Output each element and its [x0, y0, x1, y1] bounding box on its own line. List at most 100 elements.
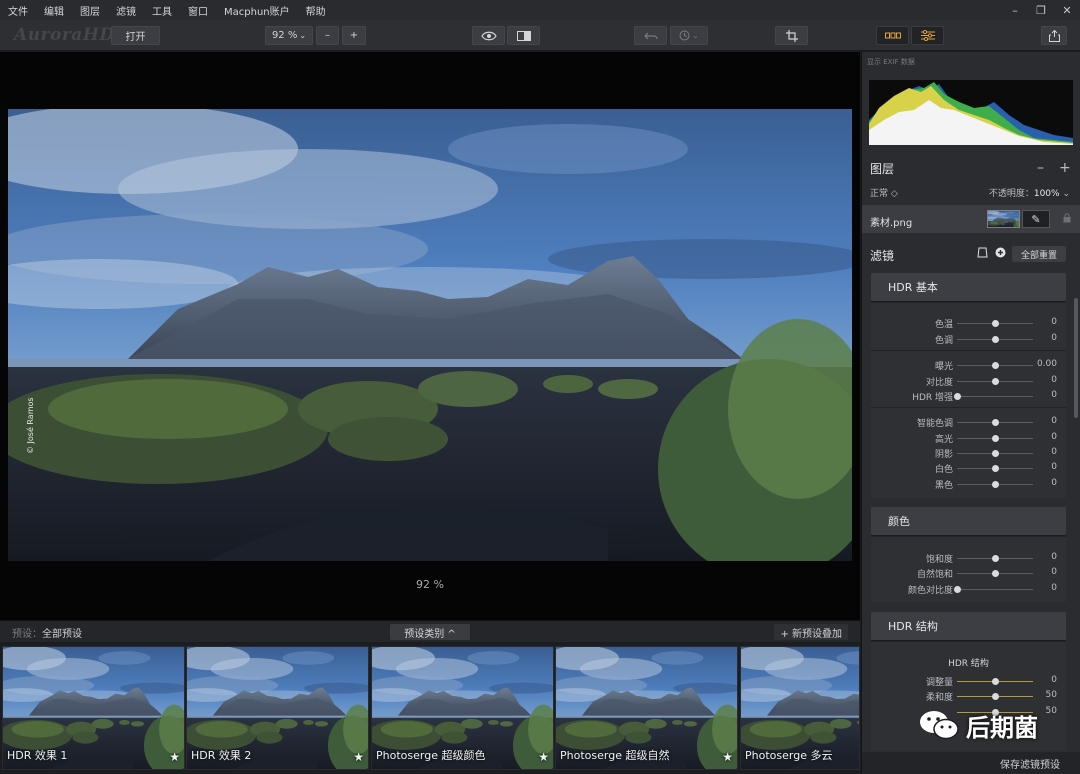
slider-label: 色调 [934, 336, 953, 346]
slider-knob[interactable] [991, 320, 999, 327]
slider-knob[interactable] [991, 570, 999, 577]
presets-panel-toggle[interactable] [876, 26, 909, 45]
preset-category-button[interactable]: 预设类别 ^ [390, 624, 470, 640]
mask-brush-button[interactable]: ✎ [1022, 210, 1050, 228]
slider-tint[interactable]: 色调 0 [871, 332, 1066, 347]
slider-whites[interactable]: 白色 0 [871, 461, 1066, 476]
history-button[interactable]: ⌄ [670, 26, 708, 45]
slider-saturation[interactable]: 饱和度 0 [871, 551, 1066, 566]
slider-value: 0.00 [1036, 359, 1057, 369]
filter-header-hdr-structure[interactable]: HDR 结构 [871, 612, 1066, 640]
menu-window[interactable]: 窗口 [180, 3, 216, 18]
slider-label: 白色 [934, 465, 953, 475]
panel-scrollbar[interactable] [1074, 298, 1078, 418]
slider-label: 阴影 [934, 450, 953, 460]
zoom-out-button[interactable]: – [316, 26, 339, 45]
preset-name: Photoserge 超级自然 [560, 749, 670, 762]
add-filter-icon[interactable] [995, 247, 1006, 261]
open-button[interactable]: 打开 [111, 26, 160, 45]
zoom-readout: 92 % [416, 578, 444, 591]
slider-amount[interactable]: 调整量 0 [871, 674, 1066, 689]
mask-icon[interactable] [977, 247, 988, 261]
slider-temperature[interactable]: 色温 0 [871, 316, 1066, 331]
lock-icon[interactable] [1063, 213, 1071, 226]
add-layer-button[interactable]: + [1059, 160, 1071, 176]
slider-knob[interactable] [953, 393, 961, 400]
menu-tools[interactable]: 工具 [144, 3, 180, 18]
image-canvas[interactable]: © José Ramos 92 % [0, 52, 860, 620]
slider-knob[interactable] [991, 450, 999, 457]
zoom-in-button[interactable]: + [342, 26, 366, 45]
menu-edit[interactable]: 编辑 [36, 3, 72, 18]
crop-icon [785, 29, 798, 42]
preset-thumb[interactable]: Photoserge 超级颜色 ★ [371, 646, 554, 770]
exif-toggle[interactable]: 显示 EXIF 数据 [867, 57, 915, 67]
slider-knob[interactable] [991, 378, 999, 385]
menu-file[interactable]: 文件 [0, 3, 36, 18]
sliders-icon [920, 30, 935, 41]
slider-knob[interactable] [991, 336, 999, 343]
star-icon[interactable]: ★ [538, 750, 549, 764]
slider-knob[interactable] [991, 419, 999, 426]
slider-knob[interactable] [991, 362, 999, 369]
star-icon[interactable]: ★ [353, 750, 364, 764]
slider-contrast[interactable]: 对比度 0 [871, 374, 1066, 389]
undo-button[interactable] [634, 26, 667, 45]
minimize-button[interactable]: – [1002, 0, 1028, 20]
slider-blacks[interactable]: 黑色 0 [871, 477, 1066, 492]
preset-thumb[interactable]: HDR 效果 1 ★ [2, 646, 185, 770]
zoom-select[interactable]: 92 % ⌄ [265, 26, 313, 45]
share-button[interactable] [1041, 26, 1067, 45]
chevron-down-icon: ⌄ [1059, 189, 1070, 199]
slider-highlights[interactable]: 高光 0 [871, 431, 1066, 446]
menu-help[interactable]: 帮助 [298, 3, 334, 18]
reset-all-button[interactable]: 全部重置 [1012, 246, 1066, 262]
preset-thumb[interactable]: HDR 效果 2 ★ [186, 646, 369, 770]
preset-thumb[interactable]: Photoserge 多云 [740, 646, 860, 770]
slider-knob[interactable] [991, 465, 999, 472]
adjustments-panel-toggle[interactable] [911, 26, 944, 45]
chevron-down-icon: ⌄ [692, 31, 699, 40]
layer-item[interactable]: 素材.png ✎ [862, 205, 1080, 233]
slider-smart-tone[interactable]: 智能色调 0 [871, 415, 1066, 430]
slider-knob[interactable] [991, 435, 999, 442]
slider-shadows[interactable]: 阴影 0 [871, 446, 1066, 461]
slider-knob[interactable] [991, 481, 999, 488]
preset-bar: 预设：全部预设 预设类别 ^ + 新预设叠加 [0, 620, 860, 642]
remove-layer-button[interactable]: – [1037, 160, 1044, 176]
preview-button[interactable] [472, 26, 505, 45]
slider-label: 黑色 [934, 481, 953, 491]
slider-track[interactable] [957, 396, 1033, 397]
edited-photo[interactable]: © José Ramos [8, 109, 852, 561]
slider-knob[interactable] [991, 555, 999, 562]
slider-track[interactable] [957, 589, 1033, 590]
filter-header-hdr-basic[interactable]: HDR 基本 [871, 273, 1066, 301]
filter-header-color[interactable]: 颜色 [871, 507, 1066, 535]
slider-knob[interactable] [953, 586, 961, 593]
slider-color-contrast[interactable]: 颜色对比度 0 [871, 582, 1066, 597]
layer-name: 素材.png [870, 218, 913, 229]
maximize-button[interactable]: ❐ [1028, 0, 1054, 20]
menu-filter[interactable]: 滤镜 [108, 3, 144, 18]
blend-mode-select[interactable]: 正常 ◇ [870, 186, 898, 199]
menu-layer[interactable]: 图层 [72, 3, 108, 18]
crop-button[interactable] [775, 26, 808, 45]
menu-account[interactable]: Macphun账户 [216, 3, 298, 18]
slider-label: 饱和度 [925, 555, 953, 565]
save-filter-preset-button[interactable]: 保存滤镜预设 [862, 752, 1080, 774]
add-preset-button[interactable]: + 新预设叠加 [774, 624, 848, 640]
menu-bar: 文件 编辑 图层 滤镜 工具 窗口 Macphun账户 帮助 – ❐ ✕ [0, 0, 1080, 20]
slider-vibrance[interactable]: 自然饱和 0 [871, 566, 1066, 581]
opacity-control[interactable]: 不透明度：100% ⌄ [989, 186, 1070, 199]
slider-exposure[interactable]: 曝光 0.00 [871, 358, 1066, 373]
slider-hdr-enhance[interactable]: HDR 增强 0 [871, 389, 1066, 404]
preset-filter-label[interactable]: 预设：全部预设 [12, 625, 82, 640]
slider-value: 0 [1051, 375, 1057, 385]
compare-button[interactable] [507, 26, 540, 45]
star-icon[interactable]: ★ [722, 750, 733, 764]
close-button[interactable]: ✕ [1054, 0, 1080, 20]
slider-knob[interactable] [991, 693, 999, 700]
preset-thumb[interactable]: Photoserge 超级自然 ★ [555, 646, 738, 770]
star-icon[interactable]: ★ [169, 750, 180, 764]
slider-knob[interactable] [991, 678, 999, 685]
